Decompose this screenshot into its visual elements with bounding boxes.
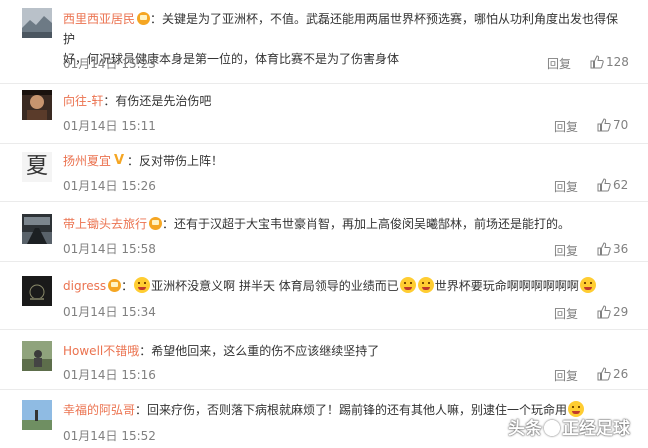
timestamp: 01月14日 15:16 (63, 368, 156, 382)
thumbs-up-icon (597, 367, 611, 381)
reply-button[interactable]: 回复 (554, 367, 578, 384)
comment-text: ：希望他回来，这么重的伤不应该继续坚持了 (139, 344, 380, 358)
reply-button[interactable]: 回复 (554, 118, 578, 135)
avatar[interactable] (22, 400, 52, 430)
comment-item: 向往-轩：有伤还是先治伤吧 01月14日 15:11 回复 70 (0, 84, 648, 144)
thumbs-up-icon (590, 55, 604, 69)
avatar[interactable]: 夏 (22, 152, 52, 182)
timestamp: 01月14日 15:23 (63, 57, 156, 71)
avatar[interactable] (22, 8, 52, 38)
reply-button[interactable]: 回复 (547, 55, 571, 72)
username-link[interactable]: 幸福的阿弘哥 (63, 403, 135, 417)
avatar[interactable] (22, 90, 52, 120)
thumbs-up-icon (597, 118, 611, 132)
avatar-character: 夏 (25, 154, 48, 179)
avatar-image (22, 90, 52, 120)
avatar-image (22, 400, 52, 430)
username-link[interactable]: 西里西亚居民 (63, 12, 135, 26)
like-button[interactable]: 36 (597, 242, 628, 256)
comment-item: 带上锄头去旅行 ：还有于汉超于大宝韦世豪肖智，再加上高俊闵吴曦郜林，前场还是能打的… (0, 202, 648, 262)
comment-item: Howell不错哦：希望他回来，这么重的伤不应该继续坚持了 01月14日 15:… (0, 330, 648, 390)
like-count: 62 (613, 178, 629, 192)
avatar-image (22, 341, 52, 371)
watermark-prefix: 头条 (508, 419, 542, 439)
username-link[interactable]: 向往-轩 (63, 94, 103, 108)
reply-button[interactable]: 回复 (554, 242, 578, 259)
comment-content: 向往-轩：有伤还是先治伤吧 (63, 91, 625, 111)
angry-emoji-icon (579, 277, 596, 293)
username-link[interactable]: Howell不错哦 (63, 344, 139, 358)
avatar-image (22, 8, 52, 38)
thumbs-up-icon (597, 242, 611, 256)
comment-text: ：有伤还是先治伤吧 (103, 94, 212, 108)
comment-content: 扬州夏宜 ：反对带伤上阵！ (63, 151, 625, 171)
like-button[interactable]: 128 (590, 55, 629, 69)
crying-emoji-icon (134, 277, 151, 293)
timestamp: 01月14日 15:34 (63, 305, 156, 319)
v-badge-icon (113, 151, 127, 171)
avatar-image (22, 276, 52, 306)
comment-content: 带上锄头去旅行 ：还有于汉超于大宝韦世豪肖智，再加上高俊闵吴曦郜林，前场还是能打的… (63, 214, 625, 234)
crown-badge-icon (137, 12, 151, 25)
comment-content: Howell不错哦：希望他回来，这么重的伤不应该继续坚持了 (63, 341, 625, 361)
timestamp: 01月14日 15:58 (63, 242, 156, 256)
comment-text: ：回来疗伤，否则落下病根就麻烦了！踢前锋的还有其他人嘛，别逮住一个玩命用 (135, 403, 568, 417)
like-button[interactable]: 26 (597, 367, 628, 381)
like-button[interactable]: 62 (597, 178, 628, 192)
reply-button[interactable]: 回复 (554, 178, 578, 195)
avatar[interactable] (22, 214, 52, 244)
comment-item: digress ： 亚洲杯没意义啊 拼半天 体育局领导的业绩而已 世界杯要玩命啊啊啊啊… (0, 262, 648, 330)
crown-badge-icon (149, 217, 163, 230)
comment-content: digress ： 亚洲杯没意义啊 拼半天 体育局领导的业绩而已 世界杯要玩命啊啊啊啊… (63, 276, 625, 296)
like-count: 70 (613, 118, 629, 132)
username-link[interactable]: 带上锄头去旅行 (63, 217, 147, 231)
username-link[interactable]: digress (63, 279, 106, 293)
timestamp: 01月14日 15:52 (63, 429, 156, 443)
like-count: 36 (613, 242, 629, 256)
like-count: 128 (606, 55, 629, 69)
crown-badge-icon (108, 279, 122, 292)
avatar[interactable] (22, 341, 52, 371)
like-count: 29 (613, 305, 629, 319)
username-link[interactable]: 扬州夏宜 (63, 154, 111, 168)
thumbs-up-icon (597, 178, 611, 192)
thumbs-up-icon (597, 305, 611, 319)
like-count: 26 (613, 367, 629, 381)
comment-text: ：反对带伤上阵！ (127, 154, 224, 168)
crying-emoji-icon (399, 277, 416, 293)
avatar[interactable] (22, 276, 52, 306)
like-button[interactable]: 29 (597, 305, 628, 319)
angry-emoji-icon (417, 277, 434, 293)
like-button[interactable]: 70 (597, 118, 628, 132)
avatar-image (22, 214, 52, 244)
comment-text-continued: 世界杯要玩命啊啊啊啊啊啊 (434, 279, 579, 293)
comment-item: 夏 扬州夏宜 ：反对带伤上阵！ 01月14日 15:26 回复 62 (0, 144, 648, 202)
watermark: 头条 正经足球 (508, 414, 630, 439)
comment-item: 西里西亚居民 ：关键是为了亚洲杯，不值。武磊还能用两届世界杯预选赛，哪怕从功利角度… (0, 0, 648, 84)
comment-list: 西里西亚居民 ：关键是为了亚洲杯，不值。武磊还能用两届世界杯预选赛，哪怕从功利角度… (0, 0, 648, 448)
at-logo-icon (544, 420, 560, 436)
watermark-name: 正经足球 (562, 419, 630, 439)
timestamp: 01月14日 15:26 (63, 179, 156, 193)
timestamp: 01月14日 15:11 (63, 119, 156, 133)
reply-button[interactable]: 回复 (554, 305, 578, 322)
comment-text-prefix: ： (121, 279, 134, 293)
comment-text: ：还有于汉超于大宝韦世豪肖智，再加上高俊闵吴曦郜林，前场还是能打的。 (162, 217, 571, 231)
comment-text: 亚洲杯没意义啊 拼半天 体育局领导的业绩而已 (151, 279, 399, 293)
